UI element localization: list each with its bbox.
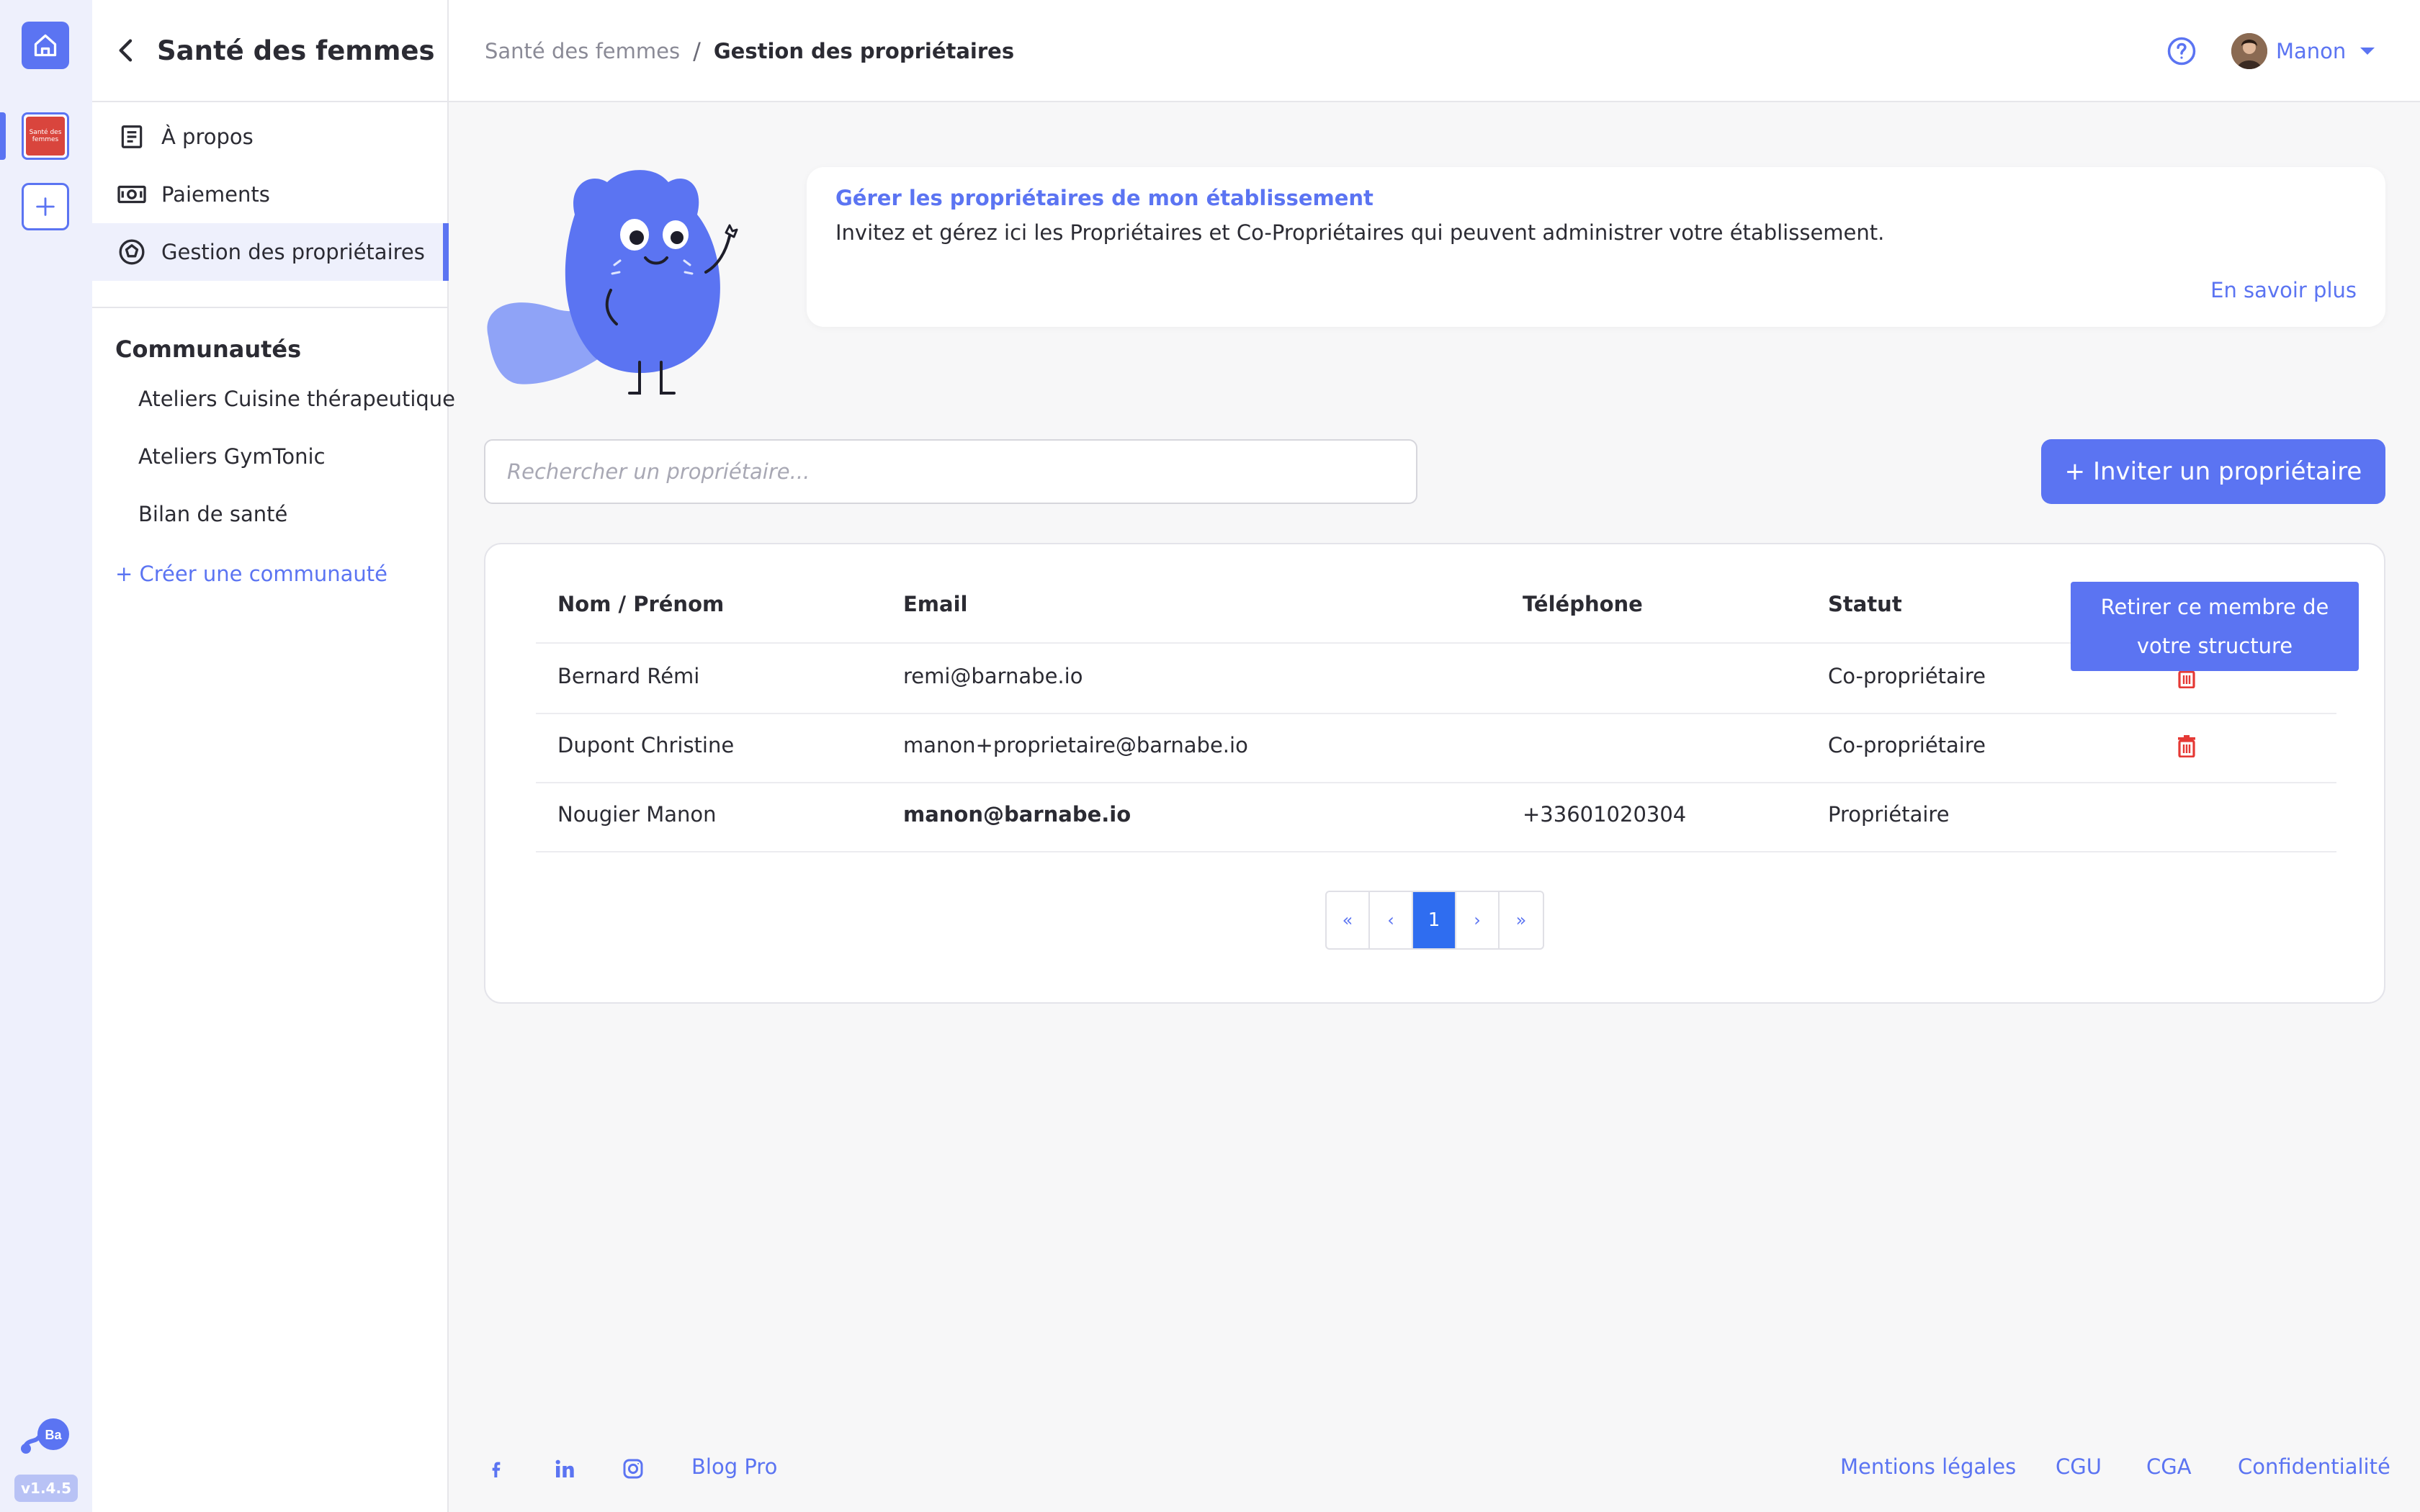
row-divider	[536, 713, 2336, 714]
community-item[interactable]: Ateliers Cuisine thérapeutique	[92, 370, 455, 428]
breadcrumb: Santé des femmes / Gestion des propriéta…	[485, 0, 1014, 102]
owner-status: Propriétaire	[1828, 802, 1950, 827]
column-header-email[interactable]: Email	[903, 592, 967, 616]
instagram-icon[interactable]	[622, 1457, 645, 1480]
mascot-illustration	[487, 170, 738, 395]
invite-owner-button[interactable]: + Inviter un propriétaire	[2041, 439, 2385, 504]
column-header-name[interactable]: Nom / Prénom	[557, 592, 724, 616]
pagination-next[interactable]: ›	[1456, 892, 1500, 948]
sidebar-item-gestion-proprietaires[interactable]: Gestion des propriétaires	[92, 223, 449, 281]
sidebar-item-label: À propos	[161, 125, 254, 149]
chevron-down-icon	[2360, 48, 2375, 55]
sidebar-nav: À propos Paiements Gestion des propriéta…	[92, 102, 449, 281]
remove-member-tooltip: Retirer ce membre de votre structure	[2071, 582, 2359, 671]
communities-heading: Communautés	[115, 336, 302, 363]
owner-phone: +33601020304	[1523, 802, 1687, 827]
footer: Blog Pro Mentions légales CGU CGA Confid…	[449, 1440, 2420, 1498]
owner-email: remi@barnabe.io	[903, 664, 1083, 688]
barnabe-logo[interactable]: Ba	[19, 1413, 73, 1457]
info-card: Gérer les propriétaires de mon établisse…	[807, 167, 2385, 327]
community-item[interactable]: Bilan de santé	[92, 485, 447, 543]
document-icon	[117, 122, 147, 152]
blog-pro-link[interactable]: Blog Pro	[691, 1454, 777, 1479]
avatar	[2231, 33, 2267, 69]
pagination-first[interactable]: «	[1327, 892, 1370, 948]
chevron-left-icon[interactable]	[112, 36, 141, 65]
communities-list: Ateliers Cuisine thérapeutique Ateliers …	[92, 363, 455, 543]
learn-more-link[interactable]: En savoir plus	[2210, 278, 2357, 302]
cgu-link[interactable]: CGU	[2056, 1454, 2102, 1479]
sidebar: Santé des femmes À propos Paiements Gest…	[92, 0, 455, 1512]
sidebar-item-a-propos[interactable]: À propos	[92, 108, 447, 166]
pagination-last[interactable]: »	[1500, 892, 1543, 948]
top-bar: Santé des femmes / Gestion des propriéta…	[449, 0, 2420, 102]
owner-status: Co-propriétaire	[1828, 664, 1986, 688]
breadcrumb-separator: /	[693, 37, 701, 65]
row-divider	[536, 782, 2336, 783]
owner-name-link[interactable]: Nougier Manon	[557, 802, 717, 827]
breadcrumb-item-organization[interactable]: Santé des femmes	[485, 39, 680, 63]
home-button[interactable]	[22, 22, 69, 69]
user-menu[interactable]: Manon	[2231, 33, 2375, 69]
app-rail: Santé des femmes Ba v1.4.5	[0, 0, 92, 1512]
column-header-status[interactable]: Statut	[1828, 592, 1902, 616]
user-name: Manon	[2276, 39, 2347, 63]
legal-notice-link[interactable]: Mentions légales	[1840, 1454, 2016, 1479]
trash-icon[interactable]	[2177, 734, 2197, 757]
facebook-icon[interactable]	[485, 1457, 508, 1480]
rail-active-indicator	[0, 112, 6, 160]
sidebar-item-paiements[interactable]: Paiements	[92, 166, 447, 223]
owner-name-link[interactable]: Bernard Rémi	[557, 664, 699, 688]
organization-logo: Santé des femmes	[26, 117, 65, 156]
row-divider	[536, 851, 2336, 852]
banknote-icon	[117, 179, 147, 210]
owner-email: manon@barnabe.io	[903, 802, 1131, 827]
info-title: Gérer les propriétaires de mon établisse…	[835, 186, 1373, 210]
sidebar-title: Santé des femmes	[157, 35, 435, 66]
tooltip-line: votre structure	[2136, 634, 2293, 658]
pagination-prev[interactable]: ‹	[1370, 892, 1413, 948]
sidebar-header: Santé des femmes	[92, 0, 447, 102]
community-item[interactable]: Ateliers GymTonic	[92, 428, 447, 485]
privacy-link[interactable]: Confidentialité	[2238, 1454, 2390, 1479]
owner-email: manon+proprietaire@barnabe.io	[903, 733, 1248, 757]
cga-link[interactable]: CGA	[2146, 1454, 2192, 1479]
badge-icon	[117, 237, 147, 267]
column-header-phone[interactable]: Téléphone	[1523, 592, 1643, 616]
breadcrumb-item-current: Gestion des propriétaires	[713, 39, 1015, 63]
sidebar-item-label: Paiements	[161, 182, 270, 207]
search-input[interactable]	[484, 439, 1417, 504]
version-badge: v1.4.5	[14, 1475, 78, 1502]
home-icon	[34, 34, 57, 57]
pagination-page-current[interactable]: 1	[1413, 892, 1456, 948]
sidebar-item-label: Gestion des propriétaires	[161, 240, 425, 264]
logo-text: Ba	[45, 1428, 62, 1442]
create-community-link[interactable]: + Créer une communauté	[92, 556, 447, 592]
header-divider	[536, 642, 2336, 644]
add-organization-button[interactable]	[22, 183, 69, 230]
owner-name-link[interactable]: Dupont Christine	[557, 733, 734, 757]
help-icon[interactable]	[2166, 36, 2197, 66]
linkedin-icon[interactable]	[553, 1457, 576, 1480]
info-description: Invitez et gérez ici les Propriétaires e…	[835, 220, 1885, 245]
plus-icon	[36, 197, 55, 216]
organization-switcher[interactable]: Santé des femmes	[22, 112, 69, 160]
owner-status: Co-propriétaire	[1828, 733, 1986, 757]
pagination: « ‹ 1 › »	[1325, 891, 1544, 950]
tooltip-line: Retirer ce membre de	[2100, 595, 2329, 619]
